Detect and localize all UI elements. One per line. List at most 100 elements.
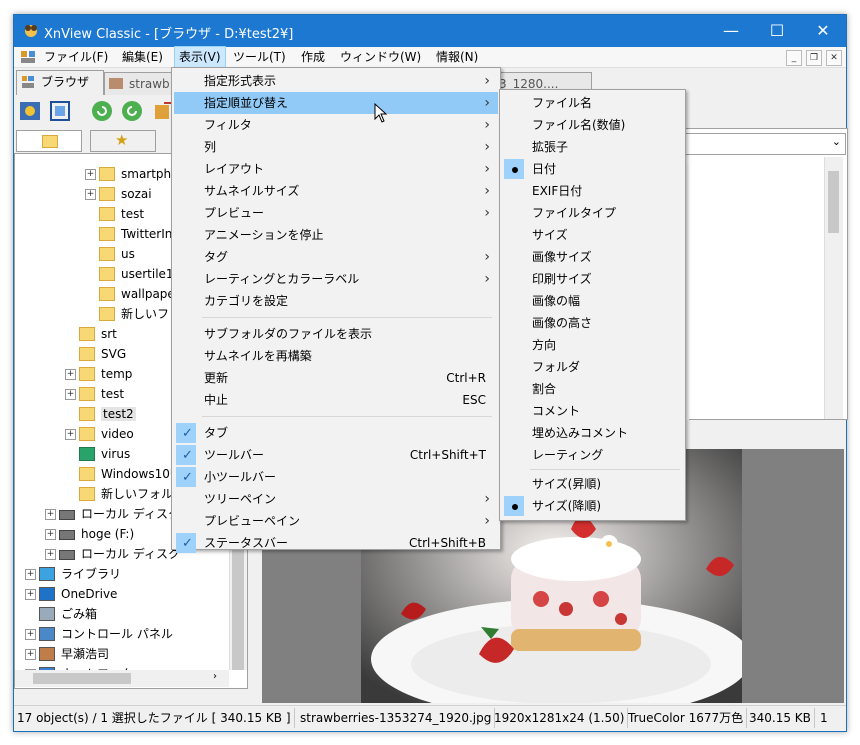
view-menu-item[interactable]: ✓ ステータスバー Ctrl+Shift+B: [174, 532, 498, 554]
tree-item[interactable]: 新しいフォ: [99, 304, 181, 324]
scroll-right-icon[interactable]: ›: [213, 671, 217, 682]
view-menu-item[interactable]: プレビュー ›: [174, 202, 498, 224]
sort-menu-item[interactable]: 方向: [502, 334, 683, 356]
tree-item[interactable]: usertile10: [99, 264, 181, 284]
view-menu-item[interactable]: 列 ›: [174, 136, 498, 158]
tree-item[interactable]: test: [99, 204, 144, 224]
tree-item[interactable]: + ライブラリ: [25, 564, 121, 584]
browser-scroll-thumb[interactable]: [828, 171, 839, 233]
mdi-close-button[interactable]: ✕: [826, 50, 842, 66]
sort-menu-item[interactable]: 日付: [502, 158, 683, 180]
tree-item[interactable]: + test: [65, 384, 124, 404]
maximize-button[interactable]: ☐: [754, 15, 800, 47]
tree-item[interactable]: + 早瀬浩司: [25, 644, 109, 664]
sort-menu-item[interactable]: フォルダ: [502, 356, 683, 378]
tree-item[interactable]: Windows10U: [79, 464, 179, 484]
close-button[interactable]: ✕: [800, 15, 846, 47]
tree-horizontal-scrollbar[interactable]: ›: [15, 670, 229, 687]
tree-item[interactable]: + temp: [65, 364, 132, 384]
view-menu-item[interactable]: サムネイルサイズ ›: [174, 180, 498, 202]
title-bar[interactable]: XnView Classic - [ブラウザ - D:¥test2¥] — ☐ …: [14, 15, 846, 47]
sort-menu-item[interactable]: ファイル名: [502, 92, 683, 114]
menu-view[interactable]: 表示(V): [174, 46, 226, 68]
view-menu-item[interactable]: レイアウト ›: [174, 158, 498, 180]
tree-item[interactable]: + sozai: [85, 184, 152, 204]
tree-item[interactable]: test2: [79, 404, 136, 424]
favorites-panel-tab[interactable]: ★: [90, 130, 156, 152]
tree-item[interactable]: + hoge (F:): [45, 524, 134, 544]
tree-item[interactable]: ごみ箱: [39, 604, 97, 624]
view-menu-item[interactable]: サブフォルダのファイルを表示: [174, 323, 498, 345]
mdi-minimize-button[interactable]: _: [786, 50, 802, 66]
mdi-restore-button[interactable]: ❐: [806, 50, 822, 66]
app-menu-icon[interactable]: [20, 49, 36, 65]
view-menu-item[interactable]: 指定形式表示 ›: [174, 70, 498, 92]
sort-menu-item[interactable]: サイズ(降順): [502, 495, 683, 517]
sort-menu-item[interactable]: 画像の高さ: [502, 312, 683, 334]
browser-vertical-scrollbar[interactable]: [824, 157, 843, 419]
sort-menu-item[interactable]: 拡張子: [502, 136, 683, 158]
tree-item[interactable]: + smartpho: [85, 164, 179, 184]
expand-icon[interactable]: +: [25, 629, 36, 640]
fit-window-icon[interactable]: [48, 99, 72, 123]
tree-item[interactable]: + ローカル ディスク: [45, 504, 180, 524]
expand-icon[interactable]: +: [65, 389, 76, 400]
view-menu-item[interactable]: 指定順並び替え ›: [174, 92, 498, 114]
sort-menu-item[interactable]: 割合: [502, 378, 683, 400]
view-menu-item[interactable]: プレビューペイン ›: [174, 510, 498, 532]
tree-item[interactable]: srt: [79, 324, 117, 344]
view-menu-item[interactable]: タグ ›: [174, 246, 498, 268]
menu-create[interactable]: 作成: [297, 47, 329, 67]
minimize-button[interactable]: —: [708, 15, 754, 47]
sort-menu-item[interactable]: EXIF日付: [502, 180, 683, 202]
sort-menu-item[interactable]: サイズ(昇順): [502, 473, 683, 495]
view-menu-item[interactable]: 中止 ESC: [174, 389, 498, 411]
expand-icon[interactable]: +: [45, 549, 56, 560]
view-menu-item[interactable]: サムネイルを再構築: [174, 345, 498, 367]
expand-icon[interactable]: +: [25, 589, 36, 600]
view-menu-item[interactable]: ✓ ツールバー Ctrl+Shift+T: [174, 444, 498, 466]
menu-tools[interactable]: ツール(T): [229, 47, 290, 67]
sort-menu-item[interactable]: 画像の幅: [502, 290, 683, 312]
expand-icon[interactable]: +: [45, 509, 56, 520]
folders-panel-tab[interactable]: [16, 130, 82, 152]
view-menu-item[interactable]: ツリーペイン ›: [174, 488, 498, 510]
sort-menu-item[interactable]: サイズ: [502, 224, 683, 246]
expand-icon[interactable]: +: [85, 169, 96, 180]
expand-icon[interactable]: +: [85, 189, 96, 200]
tree-item[interactable]: us: [99, 244, 135, 264]
expand-icon[interactable]: +: [65, 369, 76, 380]
sort-menu-item[interactable]: 画像サイズ: [502, 246, 683, 268]
tab-browser[interactable]: ブラウザ: [16, 70, 104, 96]
tree-item[interactable]: + コントロール パネル: [25, 624, 173, 644]
tree-item[interactable]: SVG: [79, 344, 126, 364]
expand-icon[interactable]: +: [25, 569, 36, 580]
tree-item[interactable]: + ローカル ディスク: [45, 544, 180, 564]
tree-hscroll-thumb[interactable]: [33, 673, 131, 684]
view-menu-item[interactable]: ✓ タブ: [174, 422, 498, 444]
address-dropdown-icon[interactable]: ⌄: [832, 135, 841, 148]
menu-edit[interactable]: 編集(E): [118, 47, 167, 67]
tree-item[interactable]: + OneDrive: [25, 584, 117, 604]
expand-icon[interactable]: +: [45, 529, 56, 540]
tree-item[interactable]: + video: [65, 424, 134, 444]
sort-menu-item[interactable]: コメント: [502, 400, 683, 422]
tree-item[interactable]: 新しいフォル: [79, 484, 173, 504]
view-menu-item[interactable]: 更新 Ctrl+R: [174, 367, 498, 389]
menu-window[interactable]: ウィンドウ(W): [336, 47, 425, 67]
expand-icon[interactable]: +: [65, 429, 76, 440]
menu-info[interactable]: 情報(N): [432, 47, 482, 67]
fullscreen-photo-icon[interactable]: [18, 99, 42, 123]
sort-menu-item[interactable]: ファイルタイプ: [502, 202, 683, 224]
menu-file[interactable]: ファイル(F): [40, 47, 112, 67]
sort-menu-item[interactable]: 印刷サイズ: [502, 268, 683, 290]
view-menu-item[interactable]: カテゴリを設定: [174, 290, 498, 312]
sort-menu-item[interactable]: 埋め込みコメント: [502, 422, 683, 444]
sort-menu-item[interactable]: ファイル名(数値): [502, 114, 683, 136]
expand-icon[interactable]: +: [25, 649, 36, 660]
view-menu-item[interactable]: レーティングとカラーラベル ›: [174, 268, 498, 290]
tree-item[interactable]: virus: [79, 444, 130, 464]
tree-item[interactable]: TwitterIn: [99, 224, 172, 244]
view-menu-item[interactable]: アニメーションを停止: [174, 224, 498, 246]
sort-menu-item[interactable]: レーティング: [502, 444, 683, 466]
